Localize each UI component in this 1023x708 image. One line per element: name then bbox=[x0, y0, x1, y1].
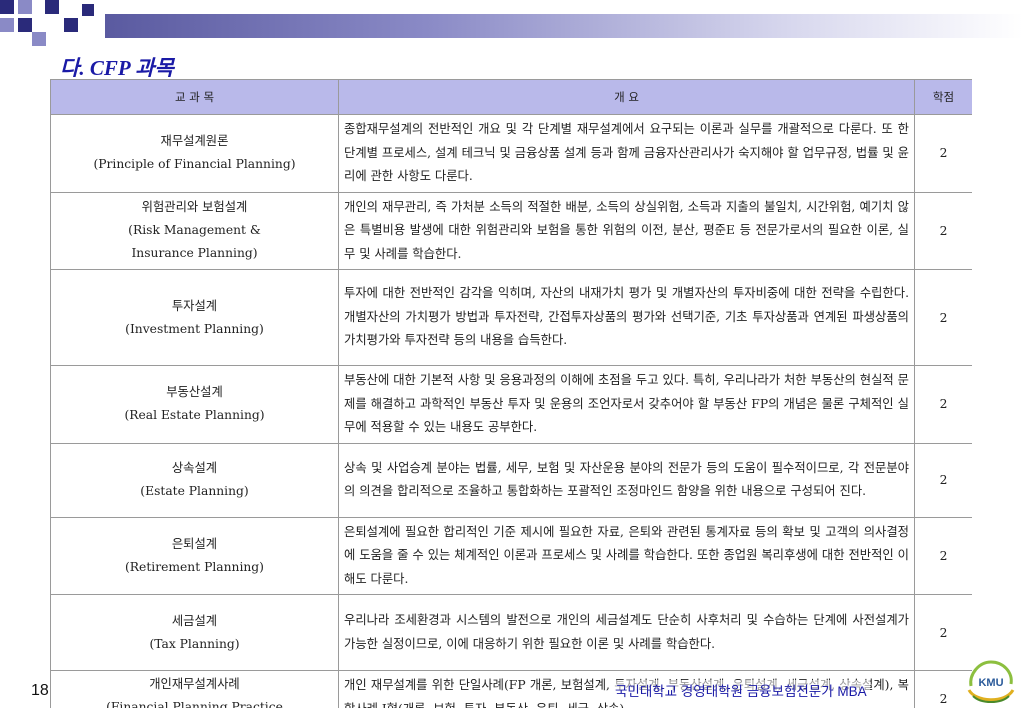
overview-cell: 상속 및 사업승계 분야는 법률, 세무, 보험 및 자산운용 분야의 전문가 … bbox=[338, 442, 915, 518]
header-overview: 개 요 bbox=[338, 79, 915, 115]
subject-cell: 세금설계 (Tax Planning) bbox=[50, 594, 339, 671]
table-row: 부동산설계 (Real Estate Planning) 부동산에 대한 기본적… bbox=[50, 365, 972, 444]
subject-name-en: (Risk Management & bbox=[128, 223, 261, 238]
subject-name-ko: 투자설계 bbox=[171, 298, 218, 313]
subject-cell: 위험관리와 보험설계 (Risk Management & Insurance … bbox=[50, 191, 339, 270]
header-credit: 학점 bbox=[914, 79, 972, 115]
page-number: 18 bbox=[31, 682, 49, 699]
decor-square-1 bbox=[0, 0, 14, 14]
overview-cell: 종합재무설계의 전반적인 개요 및 각 단계별 재무설계에서 요구되는 이론과 … bbox=[338, 114, 915, 193]
course-table: 교 과 목 개 요 학점 재무설계원론 (Principle of Financ… bbox=[50, 79, 972, 708]
decor-square-8 bbox=[82, 4, 94, 16]
subject-name-en: (Estate Planning) bbox=[140, 484, 249, 498]
subject-name-en: (Real Estate Planning) bbox=[124, 408, 265, 423]
subject-name-en: (Financial Planning Practice bbox=[106, 700, 283, 708]
subject-cell: 재무설계원론 (Principle of Financial Planning) bbox=[50, 114, 339, 193]
table-row: 세금설계 (Tax Planning) 우리나라 조세환경과 시스템의 발전으로… bbox=[50, 594, 972, 671]
credit-cell: 2 bbox=[914, 594, 972, 671]
table-row: 은퇴설계 (Retirement Planning) 은퇴설계에 필요한 합리적… bbox=[50, 516, 972, 595]
table-row: 재무설계원론 (Principle of Financial Planning)… bbox=[50, 114, 972, 193]
logo-text: KMU bbox=[978, 677, 1003, 689]
decor-square-5 bbox=[18, 18, 32, 32]
subject-name-ko: 은퇴설계 bbox=[171, 536, 218, 551]
subject-name-ko: 재무설계원론 bbox=[160, 134, 229, 149]
credit-cell: 2 bbox=[914, 191, 972, 270]
overview-cell: 은퇴설계에 필요한 합리적인 기준 제시에 필요한 자료, 은퇴와 관련된 통계… bbox=[338, 516, 915, 595]
subject-cell: 투자설계 (Investment Planning) bbox=[50, 269, 339, 366]
subject-name-en: (Retirement Planning) bbox=[125, 559, 264, 574]
header-subject: 교 과 목 bbox=[50, 79, 339, 115]
table-header-row: 교 과 목 개 요 학점 bbox=[50, 79, 972, 115]
decor-square-6 bbox=[64, 18, 78, 32]
course-table-wrapper: 교 과 목 개 요 학점 재무설계원론 (Principle of Financ… bbox=[50, 79, 972, 708]
credit-cell: 2 bbox=[914, 516, 972, 595]
table-row: 위험관리와 보험설계 (Risk Management & Insurance … bbox=[50, 191, 972, 270]
credit-cell: 2 bbox=[914, 442, 972, 518]
credit-cell: 2 bbox=[914, 114, 972, 193]
footer-institution-text: 국민대학교 경영대학원 금융보험전문가 MBA bbox=[612, 680, 870, 700]
subject-cell: 은퇴설계 (Retirement Planning) bbox=[50, 516, 339, 595]
decor-square-2 bbox=[18, 0, 32, 14]
subject-name-ko: 상속설계 bbox=[171, 461, 218, 475]
kmu-logo: KMU bbox=[967, 660, 1015, 703]
table-row: 상속설계 (Estate Planning) 상속 및 사업승계 분야는 법률,… bbox=[50, 442, 972, 518]
subject-name-en: (Principle of Financial Planning) bbox=[93, 157, 296, 172]
subject-name-en: (Investment Planning) bbox=[125, 321, 264, 336]
credit-cell: 2 bbox=[914, 365, 972, 444]
section-title: 다. CFP 과목 bbox=[60, 56, 174, 80]
subject-name-ko: 세금설계 bbox=[171, 613, 218, 628]
subject-name-ko: 개인재무설계사례 bbox=[149, 677, 240, 691]
top-gradient-bar bbox=[105, 14, 1023, 38]
subject-cell: 상속설계 (Estate Planning) bbox=[50, 442, 339, 518]
overview-cell: 부동산에 대한 기본적 사항 및 응용과정의 이해에 초점을 두고 있다. 특히… bbox=[338, 365, 915, 444]
table-row: 투자설계 (Investment Planning) 투자에 대한 전반적인 감… bbox=[50, 269, 972, 366]
subject-name-en-2: Insurance Planning) bbox=[131, 246, 258, 261]
overview-cell: 우리나라 조세환경과 시스템의 발전으로 개인의 세금설계도 단순히 사후처리 … bbox=[338, 594, 915, 671]
subject-name-en: (Tax Planning) bbox=[149, 636, 240, 651]
decor-square-7 bbox=[32, 32, 46, 46]
subject-cell: 부동산설계 (Real Estate Planning) bbox=[50, 365, 339, 444]
subject-name-ko: 부동산설계 bbox=[166, 385, 223, 400]
overview-cell: 개인의 재무관리, 즉 가처분 소득의 적절한 배분, 소득의 상실위험, 소득… bbox=[338, 191, 915, 270]
decor-square-4 bbox=[0, 18, 14, 32]
overview-cell: 투자에 대한 전반적인 감각을 익히며, 자산의 내재가치 평가 및 개별자산의… bbox=[338, 269, 915, 366]
decor-square-3 bbox=[45, 0, 59, 14]
subject-name-ko: 위험관리와 보험설계 bbox=[141, 200, 248, 215]
credit-cell: 2 bbox=[914, 269, 972, 366]
subject-cell: 개인재무설계사례 (Financial Planning Practice bbox=[50, 670, 339, 708]
credit-cell: 2 bbox=[914, 670, 972, 708]
